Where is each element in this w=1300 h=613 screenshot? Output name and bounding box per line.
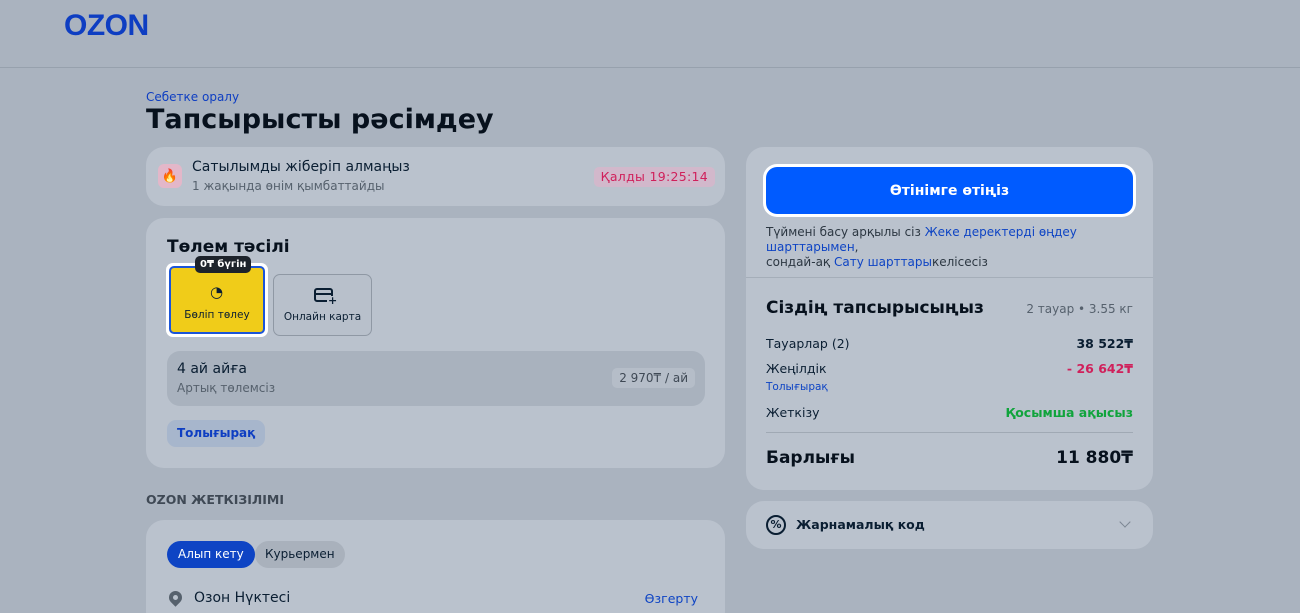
payment-method-title: Төлем тәсілі bbox=[167, 237, 290, 257]
promo-timer-title: Сатылымды жіберіп алмаңыз bbox=[192, 159, 410, 175]
pie-chart-icon: ◔ bbox=[210, 283, 224, 301]
goods-label: Тауарлар (2) bbox=[766, 336, 850, 351]
plus-icon: + bbox=[327, 294, 339, 307]
delivery-section-heading: OZON ЖЕТКІЗІЛІМІ bbox=[146, 492, 285, 507]
total-value: 11 880₸ bbox=[1056, 448, 1133, 468]
payment-option-installment[interactable]: 0₸ бүгін ◔ Бөліп төлеу bbox=[169, 256, 265, 334]
delivery-label: Жеткізу bbox=[766, 405, 820, 420]
discount-label: Жеңілдік bbox=[766, 361, 827, 376]
order-summary-card: Өтінімге өтіңіз Түймені басу арқылы сіз … bbox=[746, 147, 1153, 490]
header: OZON bbox=[0, 0, 1300, 68]
tab-pickup[interactable]: Алып кету bbox=[167, 541, 255, 568]
goods-value: 38 522₸ bbox=[1076, 336, 1133, 351]
fire-icon: 🔥 bbox=[158, 164, 182, 188]
terms-line2: сондай-ақ bbox=[766, 255, 834, 269]
delivery-value: Қосымша ақысыз bbox=[1005, 405, 1133, 420]
order-summary-meta: 2 тауар • 3.55 кг bbox=[1026, 302, 1133, 316]
promo-timer-subtitle: 1 жақында өнім қымбаттайды bbox=[192, 179, 385, 193]
promo-code-label: Жарнамалық код bbox=[796, 517, 925, 532]
divider bbox=[766, 432, 1133, 433]
checkout-button[interactable]: Өтінімге өтіңіз bbox=[766, 167, 1133, 214]
total-label: Барлығы bbox=[766, 448, 856, 468]
payment-option-installment-focus: 0₸ бүгін ◔ Бөліп төлеу bbox=[166, 256, 268, 337]
tab-courier[interactable]: Курьермен bbox=[255, 541, 345, 568]
pickup-point-label: Озон Нүктесі bbox=[194, 590, 291, 606]
terms-mid: , bbox=[854, 240, 859, 254]
order-summary-title: Сіздің тапсырысыңыз bbox=[766, 298, 984, 318]
checkout-button-focus: Өтінімге өтіңіз bbox=[763, 164, 1136, 217]
map-pin-icon bbox=[166, 588, 185, 607]
payment-option-online-card[interactable]: + Онлайн карта bbox=[273, 274, 372, 336]
installment-plan[interactable]: 4 ай айға Артық төлемсіз 2 970₸ / ай bbox=[167, 351, 705, 406]
chevron-down-icon[interactable] bbox=[1119, 516, 1131, 528]
sale-terms-link[interactable]: Сату шарттары bbox=[834, 255, 932, 269]
percent-icon: % bbox=[766, 515, 786, 535]
installment-monthly-price: 2 970₸ / ай bbox=[612, 368, 695, 388]
payment-option-label: Бөліп төлеу bbox=[184, 309, 250, 321]
terms-prefix: Түймені басу арқылы сіз bbox=[766, 225, 925, 239]
installment-plan-title: 4 ай айға bbox=[177, 361, 248, 377]
installment-badge: 0₸ бүгін bbox=[195, 256, 252, 273]
payment-method-card: Төлем тәсілі 0₸ бүгін ◔ Бөліп төлеу + Он… bbox=[146, 218, 725, 468]
promo-code-card[interactable]: % Жарнамалық код bbox=[746, 501, 1153, 549]
page-title: Тапсырысты рәсімдеу bbox=[146, 104, 494, 135]
terms-suffix: келісесіз bbox=[932, 255, 988, 269]
installment-plan-subtitle: Артық төлемсіз bbox=[177, 381, 276, 395]
promo-timer-card: 🔥 Сатылымды жіберіп алмаңыз 1 жақында өн… bbox=[146, 147, 725, 206]
payment-more-button[interactable]: Толығырақ bbox=[167, 420, 266, 447]
discount-more-link[interactable]: Толығырақ bbox=[766, 381, 828, 393]
divider bbox=[746, 277, 1153, 278]
terms-text: Түймені басу арқылы сіз Жеке деректерді … bbox=[766, 225, 1146, 270]
change-pickup-link[interactable]: Өзгерту bbox=[645, 591, 698, 606]
countdown-badge: Қалды 19:25:14 bbox=[593, 167, 715, 187]
discount-value: - 26 642₸ bbox=[1066, 361, 1133, 376]
payment-option-label: Онлайн карта bbox=[283, 311, 362, 323]
ozon-logo[interactable]: OZON bbox=[64, 9, 149, 43]
back-to-cart-link[interactable]: Себетке оралу bbox=[146, 90, 239, 104]
delivery-card: Алып кету Курьермен Озон Нүктесі Өзгерту bbox=[146, 520, 725, 613]
